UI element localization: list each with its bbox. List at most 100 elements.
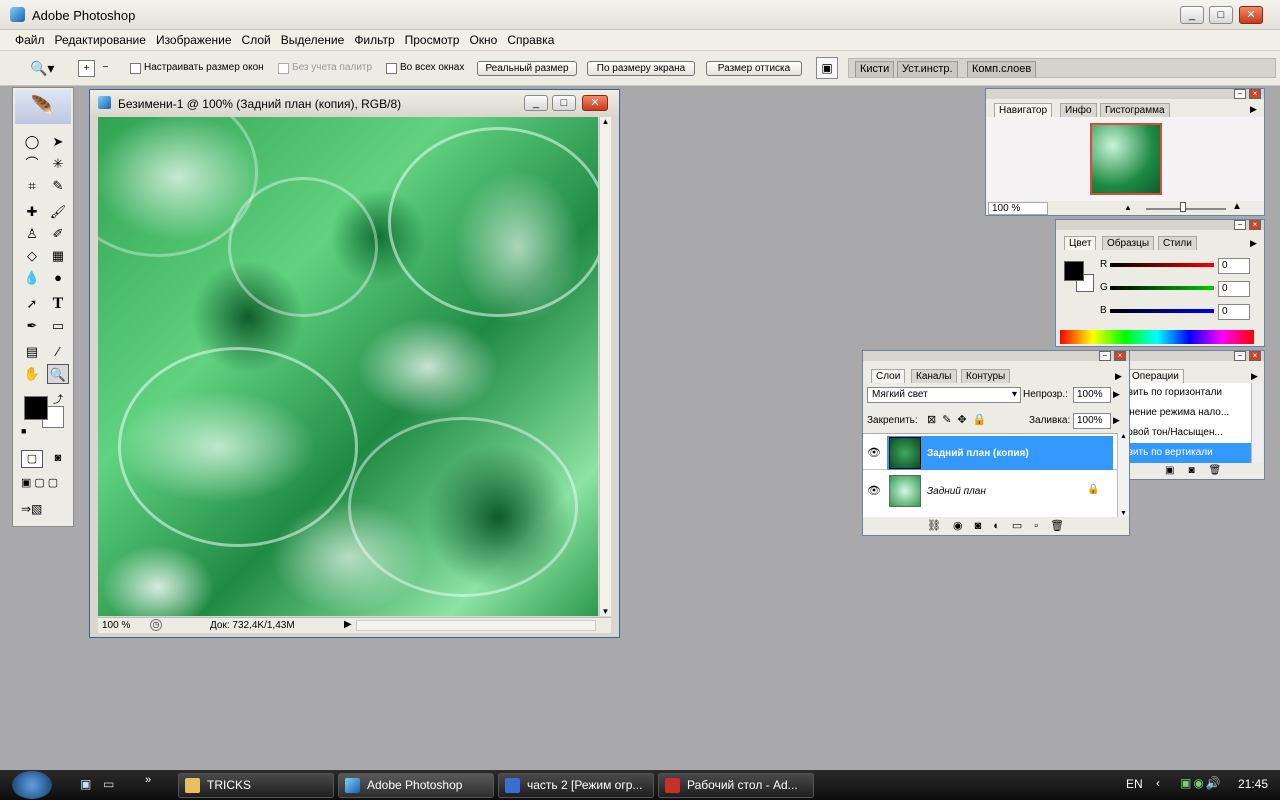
ignore-palettes-checkbox[interactable]: [278, 63, 289, 74]
navigator-zoom-in-icon[interactable]: ▲: [1232, 201, 1242, 212]
g-value-field[interactable]: 0: [1218, 281, 1250, 297]
zoom-tool-icon[interactable]: 🔍: [47, 364, 69, 384]
magic-wand-tool-icon[interactable]: ✳: [47, 154, 69, 174]
horizontal-scrollbar[interactable]: [356, 620, 596, 631]
navigator-close-button[interactable]: ×: [1249, 89, 1261, 99]
eye-icon[interactable]: 👁: [867, 446, 881, 459]
tab-layers[interactable]: Слои: [871, 369, 906, 383]
tab-navigator[interactable]: Навигатор: [994, 103, 1053, 117]
actions-menu-icon[interactable]: ▶: [1251, 371, 1258, 382]
menu-filter[interactable]: Фильтр: [349, 30, 399, 47]
lock-icons[interactable]: ⊠✎✥🔒: [927, 413, 992, 426]
layer-name[interactable]: Задний план (копия): [927, 448, 1029, 459]
layers-menu-icon[interactable]: ▶: [1115, 371, 1122, 382]
menu-file[interactable]: Файл: [10, 30, 50, 47]
menu-help[interactable]: Справка: [502, 30, 559, 47]
color-close-button[interactable]: ×: [1249, 220, 1261, 230]
vertical-scrollbar[interactable]: ▲ ▼: [599, 117, 611, 616]
resize-windows-checkbox[interactable]: [130, 63, 141, 74]
tab-histogram[interactable]: Гистограмма: [1100, 103, 1170, 117]
layer-name[interactable]: Задний план: [927, 486, 986, 497]
tab-paths[interactable]: Контуры: [961, 369, 1011, 383]
r-slider[interactable]: [1110, 263, 1214, 267]
gradient-tool-icon[interactable]: ▦: [47, 246, 69, 266]
well-tab-layer-comps[interactable]: Комп.слоев: [967, 61, 1037, 77]
layers-minimize-button[interactable]: −: [1099, 351, 1111, 361]
path-selection-tool-icon[interactable]: ➚: [21, 294, 43, 314]
navigator-zoom-slider-thumb[interactable]: [1180, 202, 1186, 212]
dodge-tool-icon[interactable]: ●: [47, 268, 69, 288]
fill-arrow-icon[interactable]: ▶: [1113, 415, 1120, 426]
navigator-minimize-button[interactable]: −: [1234, 89, 1246, 99]
tab-info[interactable]: Инфо: [1060, 103, 1097, 117]
switch-windows-icon[interactable]: ▭: [103, 777, 114, 791]
zoom-out-icon[interactable]: −: [97, 60, 114, 77]
status-arrow-icon[interactable]: ▶: [344, 619, 352, 630]
opacity-field[interactable]: 100%: [1073, 387, 1111, 403]
notes-tool-icon[interactable]: ▤: [21, 342, 43, 362]
type-tool-icon[interactable]: T: [47, 294, 69, 314]
maximize-button[interactable]: □: [1209, 6, 1233, 24]
well-tab-tool-presets[interactable]: Уст.инстр.: [897, 61, 958, 77]
hand-tool-icon[interactable]: ✋: [21, 364, 43, 384]
close-button[interactable]: ✕: [1239, 6, 1263, 24]
g-slider[interactable]: [1110, 286, 1214, 290]
navigator-menu-icon[interactable]: ▶: [1250, 104, 1257, 115]
navigator-thumbnail[interactable]: [1090, 123, 1162, 195]
blur-tool-icon[interactable]: 💧: [21, 268, 43, 288]
menu-edit[interactable]: Редактирование: [50, 30, 151, 47]
system-tray-icons[interactable]: ▣◉🔊: [1180, 776, 1223, 790]
clock[interactable]: 21:45: [1238, 777, 1268, 791]
navigator-zoom-field[interactable]: 100 %: [988, 202, 1048, 215]
color-fg-swatch[interactable]: [1064, 261, 1084, 281]
layers-scrollbar[interactable]: ▲ ▼: [1117, 433, 1129, 517]
eyedropper-tool-icon[interactable]: ⁄: [47, 342, 69, 362]
status-menu-icon[interactable]: ◷: [150, 619, 162, 631]
minimize-button[interactable]: _: [1180, 6, 1204, 24]
menu-layer[interactable]: Слой: [237, 30, 276, 47]
marquee-tool-icon[interactable]: ◯: [21, 132, 43, 152]
taskbar-item-acrobat[interactable]: Рабочий стол - Ad...: [658, 773, 814, 798]
color-menu-icon[interactable]: ▶: [1250, 238, 1257, 249]
jump-to-imageready-icon[interactable]: ⇒▧: [21, 502, 42, 516]
language-indicator[interactable]: EN: [1126, 777, 1143, 791]
opacity-arrow-icon[interactable]: ▶: [1113, 389, 1120, 400]
menu-select[interactable]: Выделение: [276, 30, 350, 47]
taskbar-item-photoshop[interactable]: Adobe Photoshop: [338, 773, 494, 798]
shape-tool-icon[interactable]: ▭: [47, 316, 69, 336]
taskbar-item-word[interactable]: часть 2 [Режим огр...: [498, 773, 654, 798]
crop-tool-icon[interactable]: ⌗: [21, 176, 43, 196]
menu-view[interactable]: Просмотр: [400, 30, 465, 47]
color-spectrum-bar[interactable]: [1060, 330, 1254, 344]
navigator-zoom-out-icon[interactable]: ▲: [1124, 203, 1132, 212]
menu-image[interactable]: Изображение: [151, 30, 237, 47]
tab-styles[interactable]: Стили: [1158, 236, 1197, 250]
pen-tool-icon[interactable]: ✒: [21, 316, 43, 336]
lasso-tool-icon[interactable]: ⌒: [21, 154, 43, 174]
print-size-button[interactable]: Размер оттиска: [706, 61, 802, 76]
tab-channels[interactable]: Каналы: [911, 369, 957, 383]
eye-icon[interactable]: 👁: [867, 484, 881, 497]
r-value-field[interactable]: 0: [1218, 258, 1250, 274]
screen-mode-icons[interactable]: ▣▢▢: [21, 476, 61, 489]
quicklaunch-overflow-icon[interactable]: »: [145, 774, 151, 786]
well-tab-brushes[interactable]: Кисти: [855, 61, 895, 77]
tab-swatches[interactable]: Образцы: [1102, 236, 1155, 250]
blend-mode-select[interactable]: Мягкий свет ▾: [867, 387, 1021, 403]
move-tool-icon[interactable]: ➤: [47, 132, 69, 152]
actions-bottom-icons[interactable]: ▣◙🗑: [1165, 465, 1235, 476]
doc-maximize-button[interactable]: □: [552, 95, 576, 111]
feather-logo-icon[interactable]: 🪶: [15, 90, 71, 124]
image-canvas[interactable]: [98, 117, 598, 616]
zoom-level[interactable]: 100 %: [102, 620, 130, 631]
history-brush-tool-icon[interactable]: ✐: [47, 224, 69, 244]
standard-mode-icon[interactable]: ▢: [21, 450, 43, 468]
clone-stamp-tool-icon[interactable]: ♙: [21, 224, 43, 244]
actual-pixels-button[interactable]: Реальный размер: [477, 61, 577, 76]
doc-close-button[interactable]: ✕: [582, 95, 608, 111]
start-button[interactable]: [12, 771, 52, 799]
slice-tool-icon[interactable]: ✎: [47, 176, 69, 196]
layer-row-background[interactable]: 👁 Задний план 🔒: [863, 474, 1117, 510]
swap-colors-icon[interactable]: ⤴: [53, 391, 63, 406]
tray-expand-icon[interactable]: ‹: [1156, 776, 1160, 790]
